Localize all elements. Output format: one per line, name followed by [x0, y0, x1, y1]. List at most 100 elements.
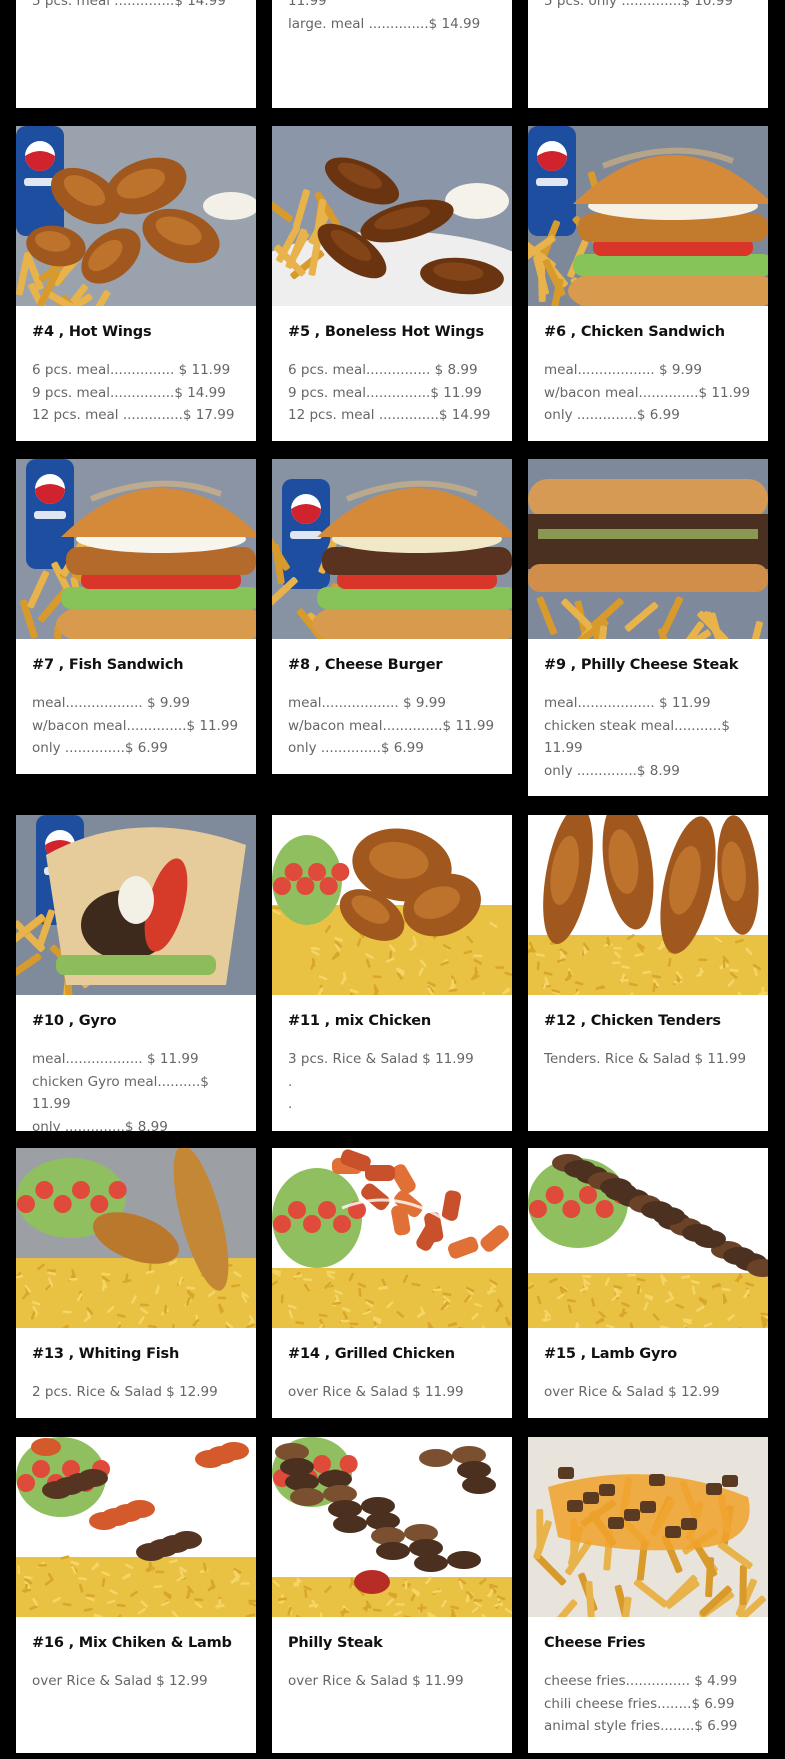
menu-card-9[interactable]: #9 , Philly Cheese Steak meal............… [528, 459, 768, 796]
menu-item-title: #11 , mix Chicken [288, 1013, 431, 1029]
price-line: 5 pcs. meal ..............$ 14.99 [32, 0, 226, 9]
menu-item-title: #12 , Chicken Tenders [544, 1013, 721, 1029]
menu-item-prices: over Rice & Salad $ 11.99 [288, 1670, 502, 1693]
menu-item-title: Philly Steak [288, 1635, 383, 1651]
price-line: meal.................. $ 9.99 [544, 362, 702, 378]
menu-item-title: #10 , Gyro [32, 1013, 117, 1029]
menu-item-prices: meal.................. $ 11.99 chicken Gy… [32, 1048, 246, 1131]
price-line: w/bacon meal..............$ 11.99 [544, 384, 751, 401]
menu-item-prices: over Rice & Salad $ 12.99 [32, 1670, 246, 1693]
menu-item-title: #13 , Whiting Fish [32, 1346, 180, 1362]
menu-item-title: #4 , Hot Wings [32, 324, 152, 340]
price-line: meal.................. $ 9.99 [288, 695, 446, 711]
lamb-gyro-photo [528, 1148, 768, 1328]
menu-card-2[interactable]: #2 , Chicken Pop Cornsmall. meal........… [272, 0, 512, 108]
price-line: chicken Gyro meal..........$ 11.99 [32, 1073, 209, 1113]
menu-card-10[interactable]: #10 , Gyro meal.................. $ 11.99… [16, 815, 256, 1131]
menu-card-13[interactable]: #13 , Whiting Fish 2 pcs. Rice & Salad $ … [16, 1148, 256, 1418]
menu-item-prices: meal.................. $ 9.99 w/bacon mea… [32, 692, 246, 760]
price-line: 12 pcs. meal ..............$ 17.99 [32, 407, 235, 423]
price-line: 5 pcs. only ..............$ 10.99 [544, 0, 733, 9]
grilled-chicken-photo [272, 1148, 512, 1328]
philly-cheese-steak-photo [528, 459, 768, 639]
menu-item-prices: 6 pcs. meal............... $ 11.99 9 pcs.… [32, 359, 246, 427]
menu-card-1[interactable]: #1 , Mix Chicken2 pcs. meal.............… [16, 0, 256, 108]
price-line: over Rice & Salad $ 11.99 [288, 1384, 464, 1400]
menu-item-prices: Tenders. Rice & Salad $ 11.99 [544, 1048, 758, 1071]
menu-card-17[interactable]: Philly Steak over Rice & Salad $ 11.99 [272, 1437, 512, 1753]
menu-item-title: #14 , Grilled Chicken [288, 1346, 455, 1362]
price-line: cheese fries............... $ 4.99 [544, 1673, 738, 1689]
boneless-wings-photo [272, 126, 512, 306]
price-line: Tenders. Rice & Salad $ 11.99 [544, 1051, 747, 1067]
price-line: 9 pcs. meal...............$ 11.99 [288, 384, 482, 401]
menu-item-title: #15 , Lamb Gyro [544, 1346, 677, 1362]
menu-item-title: #7 , Fish Sandwich [32, 657, 184, 673]
price-line: large. meal ..............$ 14.99 [288, 15, 481, 32]
menu-card-7[interactable]: #7 , Fish Sandwich meal..................… [16, 459, 256, 774]
price-line: only ..............$ 8.99 [544, 762, 680, 779]
price-line: 6 pcs. meal............... $ 11.99 [32, 362, 231, 378]
menu-item-title: #8 , Cheese Burger [288, 657, 443, 673]
price-line: animal style fries........$ 6.99 [544, 1718, 738, 1734]
gyro-photo [16, 815, 256, 995]
chicken-sandwich-photo [528, 126, 768, 306]
price-line: meal.................. $ 11.99 [32, 1051, 199, 1067]
menu-item-title: #6 , Chicken Sandwich [544, 324, 725, 340]
price-line: . [288, 1096, 293, 1112]
menu-item-prices: over Rice & Salad $ 11.99 [288, 1381, 502, 1404]
price-line: meal.................. $ 11.99 [544, 695, 711, 711]
price-line: medium.. meal...............$ 11.99 [288, 0, 327, 9]
menu-item-prices: 2 pcs. Rice & Salad $ 12.99 [32, 1381, 246, 1404]
price-line: w/bacon meal..............$ 11.99 [32, 717, 239, 734]
menu-item-prices: 3 pcs. Rice & Salad $ 11.99.. [288, 1048, 502, 1116]
menu-card-6[interactable]: #6 , Chicken Sandwich meal...............… [528, 126, 768, 441]
price-line: 3 pcs. Rice & Salad $ 11.99 [288, 1051, 474, 1067]
price-line: chili cheese fries........$ 6.99 [544, 1695, 735, 1712]
menu-card-15[interactable]: #15 , Lamb Gyro over Rice & Salad $ 12.99 [528, 1148, 768, 1418]
price-line: only ..............$ 6.99 [288, 740, 424, 756]
menu-card-18[interactable]: Cheese Fries cheese fries............... … [528, 1437, 768, 1753]
menu-card-11[interactable]: #11 , mix Chicken 3 pcs. Rice & Salad $ 1… [272, 815, 512, 1131]
price-line: only ..............$ 6.99 [32, 740, 168, 756]
menu-item-title: Cheese Fries [544, 1635, 646, 1651]
menu-item-title: #9 , Philly Cheese Steak [544, 657, 739, 673]
mix-chicken-rice-photo [272, 815, 512, 995]
menu-item-prices: 6 pcs. meal............... $ 8.99 9 pcs. … [288, 359, 502, 427]
fish-sandwich-photo [16, 459, 256, 639]
price-line: . [288, 1073, 293, 1090]
menu-item-prices: over Rice & Salad $ 12.99 [544, 1381, 758, 1404]
menu-item-prices: meal.................. $ 9.99 w/bacon mea… [544, 359, 758, 427]
hot-wings-photo [16, 126, 256, 306]
menu-item-prices: meal.................. $ 11.99 chicken st… [544, 692, 758, 782]
menu-item-prices: 3 pcs. meal............... $ 11.995 pcs.… [544, 0, 758, 13]
tenders-rice-photo [528, 815, 768, 995]
cheese-burger-photo [272, 459, 512, 639]
cheese-fries-photo [528, 1437, 768, 1617]
menu-item-prices: small. meal............... $ 8.99medium.… [288, 0, 502, 35]
menu-item-prices: 2 pcs. meal............... $ 8.993 pcs. … [32, 0, 246, 13]
price-line: 2 pcs. Rice & Salad $ 12.99 [32, 1384, 218, 1400]
price-line: meal.................. $ 9.99 [32, 695, 190, 711]
menu-card-16[interactable]: #16 , Mix Chiken & Lamb over Rice & Salad… [16, 1437, 256, 1753]
price-line: only ..............$ 6.99 [544, 407, 680, 423]
menu-item-title: #16 , Mix Chiken & Lamb [32, 1635, 232, 1651]
menu-item-prices: meal.................. $ 9.99 w/bacon mea… [288, 692, 502, 760]
menu-card-5[interactable]: #5 , Boneless Hot Wings 6 pcs. meal......… [272, 126, 512, 441]
menu-card-4[interactable]: #4 , Hot Wings 6 pcs. meal...............… [16, 126, 256, 441]
price-line: 6 pcs. meal............... $ 8.99 [288, 362, 478, 378]
price-line: 9 pcs. meal...............$ 14.99 [32, 384, 226, 401]
menu-card-14[interactable]: #14 , Grilled Chicken over Rice & Salad $… [272, 1148, 512, 1418]
menu-card-8[interactable]: #8 , Cheese Burger meal..................… [272, 459, 512, 774]
menu-card-3[interactable]: #3 , Chicken Tenders3 pcs. meal.........… [528, 0, 768, 108]
price-line: w/bacon meal..............$ 11.99 [288, 717, 495, 734]
philly-steak-rice-photo [272, 1437, 512, 1617]
price-line: over Rice & Salad $ 12.99 [32, 1673, 208, 1689]
price-line: chicken steak meal...........$ 11.99 [544, 717, 730, 757]
price-line: 12 pcs. meal ..............$ 14.99 [288, 407, 491, 423]
menu-item-title: #5 , Boneless Hot Wings [288, 324, 484, 340]
menu-card-12[interactable]: #12 , Chicken Tenders Tenders. Rice & Sal… [528, 815, 768, 1131]
mix-chicken-lamb-photo [16, 1437, 256, 1617]
menu-item-prices: cheese fries............... $ 4.99 chili … [544, 1670, 758, 1738]
whiting-fish-photo [16, 1148, 256, 1328]
